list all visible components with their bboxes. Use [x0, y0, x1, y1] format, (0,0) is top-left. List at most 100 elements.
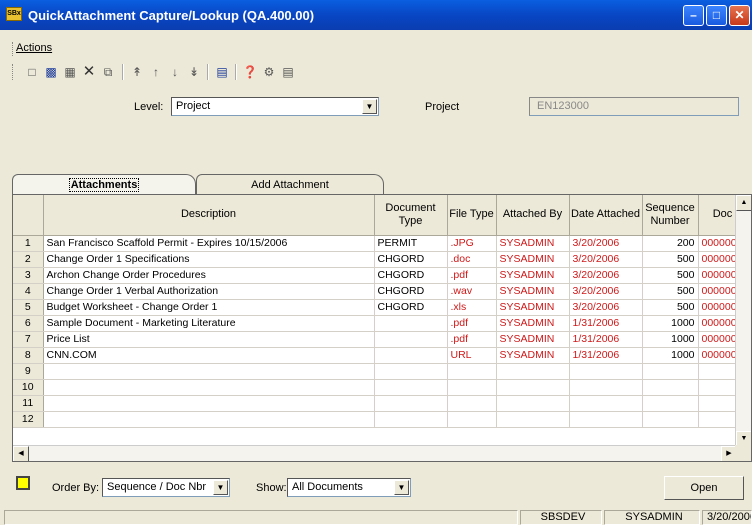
cell-document-type[interactable]	[374, 363, 448, 380]
cell-attached-by[interactable]: SYSADMIN	[496, 347, 570, 364]
cell-date-attached[interactable]: 1/31/2006	[569, 347, 643, 364]
row-number[interactable]: 8	[13, 347, 44, 364]
cell-date-attached[interactable]: 3/20/2006	[569, 235, 643, 252]
cell-document-type[interactable]: CHGORD	[374, 251, 448, 268]
cell-description[interactable]: Sample Document - Marketing Literature	[43, 315, 375, 332]
row-number[interactable]: 5	[13, 299, 44, 316]
chevron-down-icon[interactable]: ▼	[213, 480, 228, 495]
cell-description[interactable]	[43, 395, 375, 412]
cell-date-attached[interactable]: 1/31/2006	[569, 315, 643, 332]
row-number[interactable]: 6	[13, 315, 44, 332]
note-indicator-icon[interactable]	[16, 476, 30, 490]
col-date-attached[interactable]: Date Attached	[569, 195, 643, 236]
table-row[interactable]: 12	[13, 411, 751, 428]
tab-add-attachment[interactable]: Add Attachment	[196, 174, 384, 196]
new-icon[interactable]: □	[24, 64, 40, 80]
cell-attached-by[interactable]: SYSADMIN	[496, 331, 570, 348]
delete-icon[interactable]: ✕	[81, 64, 97, 80]
note-icon[interactable]: ▤	[214, 64, 230, 80]
table-row[interactable]: 8 CNN.COM URL SYSADMIN 1/31/2006 1000 000000	[13, 347, 751, 364]
customize-icon[interactable]: ⚙	[261, 64, 277, 80]
save-icon[interactable]: ▩	[43, 64, 59, 80]
table-row[interactable]: 1 San Francisco Scaffold Permit - Expires…	[13, 235, 751, 252]
help-icon[interactable]: ❓	[242, 64, 258, 80]
cell-attached-by[interactable]	[496, 379, 570, 396]
cell-document-type[interactable]	[374, 315, 448, 332]
scroll-left-icon[interactable]: ◀	[13, 446, 29, 461]
first-icon[interactable]: ↟	[129, 64, 145, 80]
cell-date-attached[interactable]: 1/31/2006	[569, 331, 643, 348]
table-row[interactable]: 4 Change Order 1 Verbal Authorization CHGO…	[13, 283, 751, 300]
cell-document-type[interactable]: CHGORD	[374, 299, 448, 316]
cell-date-attached[interactable]	[569, 411, 643, 428]
cell-attached-by[interactable]	[496, 363, 570, 380]
col-sequence-number[interactable]: Sequence Number	[642, 195, 699, 236]
col-description[interactable]: Description	[43, 195, 375, 236]
cell-file-type[interactable]: .pdf	[447, 267, 497, 284]
project-field[interactable]: EN123000	[529, 97, 739, 116]
show-select[interactable]: All Documents ▼	[287, 478, 411, 497]
cell-attached-by[interactable]: SYSADMIN	[496, 235, 570, 252]
row-number[interactable]: 11	[13, 395, 44, 412]
minimize-button[interactable]: –	[683, 5, 704, 26]
previous-icon[interactable]: ↑	[148, 64, 164, 80]
vertical-scrollbar[interactable]: ▲ ▼	[735, 195, 751, 447]
cell-file-type[interactable]	[447, 363, 497, 380]
cell-document-type[interactable]	[374, 379, 448, 396]
cell-sequence-number[interactable]: 500	[642, 299, 699, 316]
col-file-type[interactable]: File Type	[447, 195, 497, 236]
cell-description[interactable]: Change Order 1 Verbal Authorization	[43, 283, 375, 300]
row-number[interactable]: 2	[13, 251, 44, 268]
cell-description[interactable]: Price List	[43, 331, 375, 348]
cell-description[interactable]: Change Order 1 Specifications	[43, 251, 375, 268]
cell-document-type[interactable]	[374, 411, 448, 428]
cell-date-attached[interactable]	[569, 363, 643, 380]
cell-date-attached[interactable]: 3/20/2006	[569, 299, 643, 316]
cell-document-type[interactable]	[374, 347, 448, 364]
cell-attached-by[interactable]: SYSADMIN	[496, 251, 570, 268]
chevron-down-icon[interactable]: ▼	[394, 480, 409, 495]
table-row[interactable]: 6 Sample Document - Marketing Literature.…	[13, 315, 751, 332]
next-icon[interactable]: ↓	[167, 64, 183, 80]
chevron-down-icon[interactable]: ▼	[362, 99, 377, 114]
cell-sequence-number[interactable]: 200	[642, 235, 699, 252]
cell-file-type[interactable]	[447, 411, 497, 428]
cell-file-type[interactable]: .doc	[447, 251, 497, 268]
cell-attached-by[interactable]	[496, 395, 570, 412]
cell-file-type[interactable]: .pdf	[447, 315, 497, 332]
table-row[interactable]: 7 Price List .pdf SYSADMIN 1/31/2006 1000 0000…	[13, 331, 751, 348]
cell-description[interactable]	[43, 411, 375, 428]
cell-attached-by[interactable]: SYSADMIN	[496, 283, 570, 300]
cell-description[interactable]: Archon Change Order Procedures	[43, 267, 375, 284]
cell-document-type[interactable]	[374, 331, 448, 348]
row-number[interactable]: 7	[13, 331, 44, 348]
cell-file-type[interactable]: .wav	[447, 283, 497, 300]
row-number[interactable]: 1	[13, 235, 44, 252]
cell-sequence-number[interactable]: 1000	[642, 331, 699, 348]
copy-icon[interactable]: ⧉	[100, 64, 116, 80]
table-row[interactable]: 9	[13, 363, 751, 380]
cell-document-type[interactable]	[374, 395, 448, 412]
table-row[interactable]: 2 Change Order 1 Specifications CHGORD .doc…	[13, 251, 751, 268]
cell-document-type[interactable]: CHGORD	[374, 267, 448, 284]
horizontal-scrollbar[interactable]: ◀ ▶	[13, 445, 737, 461]
cell-sequence-number[interactable]	[642, 363, 699, 380]
cell-date-attached[interactable]	[569, 379, 643, 396]
cell-attached-by[interactable]: SYSADMIN	[496, 267, 570, 284]
row-selector-header[interactable]	[13, 195, 44, 236]
tab-attachments[interactable]: Attachments	[12, 174, 196, 196]
cell-file-type[interactable]: URL	[447, 347, 497, 364]
col-document-type[interactable]: Document Type	[374, 195, 448, 236]
row-number[interactable]: 3	[13, 267, 44, 284]
col-attached-by[interactable]: Attached By	[496, 195, 570, 236]
cell-sequence-number[interactable]	[642, 379, 699, 396]
open-button[interactable]: Open	[664, 476, 744, 500]
level-select[interactable]: Project ▼	[171, 97, 379, 116]
cell-document-type[interactable]: PERMIT	[374, 235, 448, 252]
cell-sequence-number[interactable]: 1000	[642, 347, 699, 364]
cell-attached-by[interactable]	[496, 411, 570, 428]
cell-description[interactable]	[43, 363, 375, 380]
form-icon[interactable]: ▤	[280, 64, 296, 80]
cell-document-type[interactable]: CHGORD	[374, 283, 448, 300]
attachments-grid[interactable]: Description Document Type File Type Atta…	[12, 194, 752, 462]
